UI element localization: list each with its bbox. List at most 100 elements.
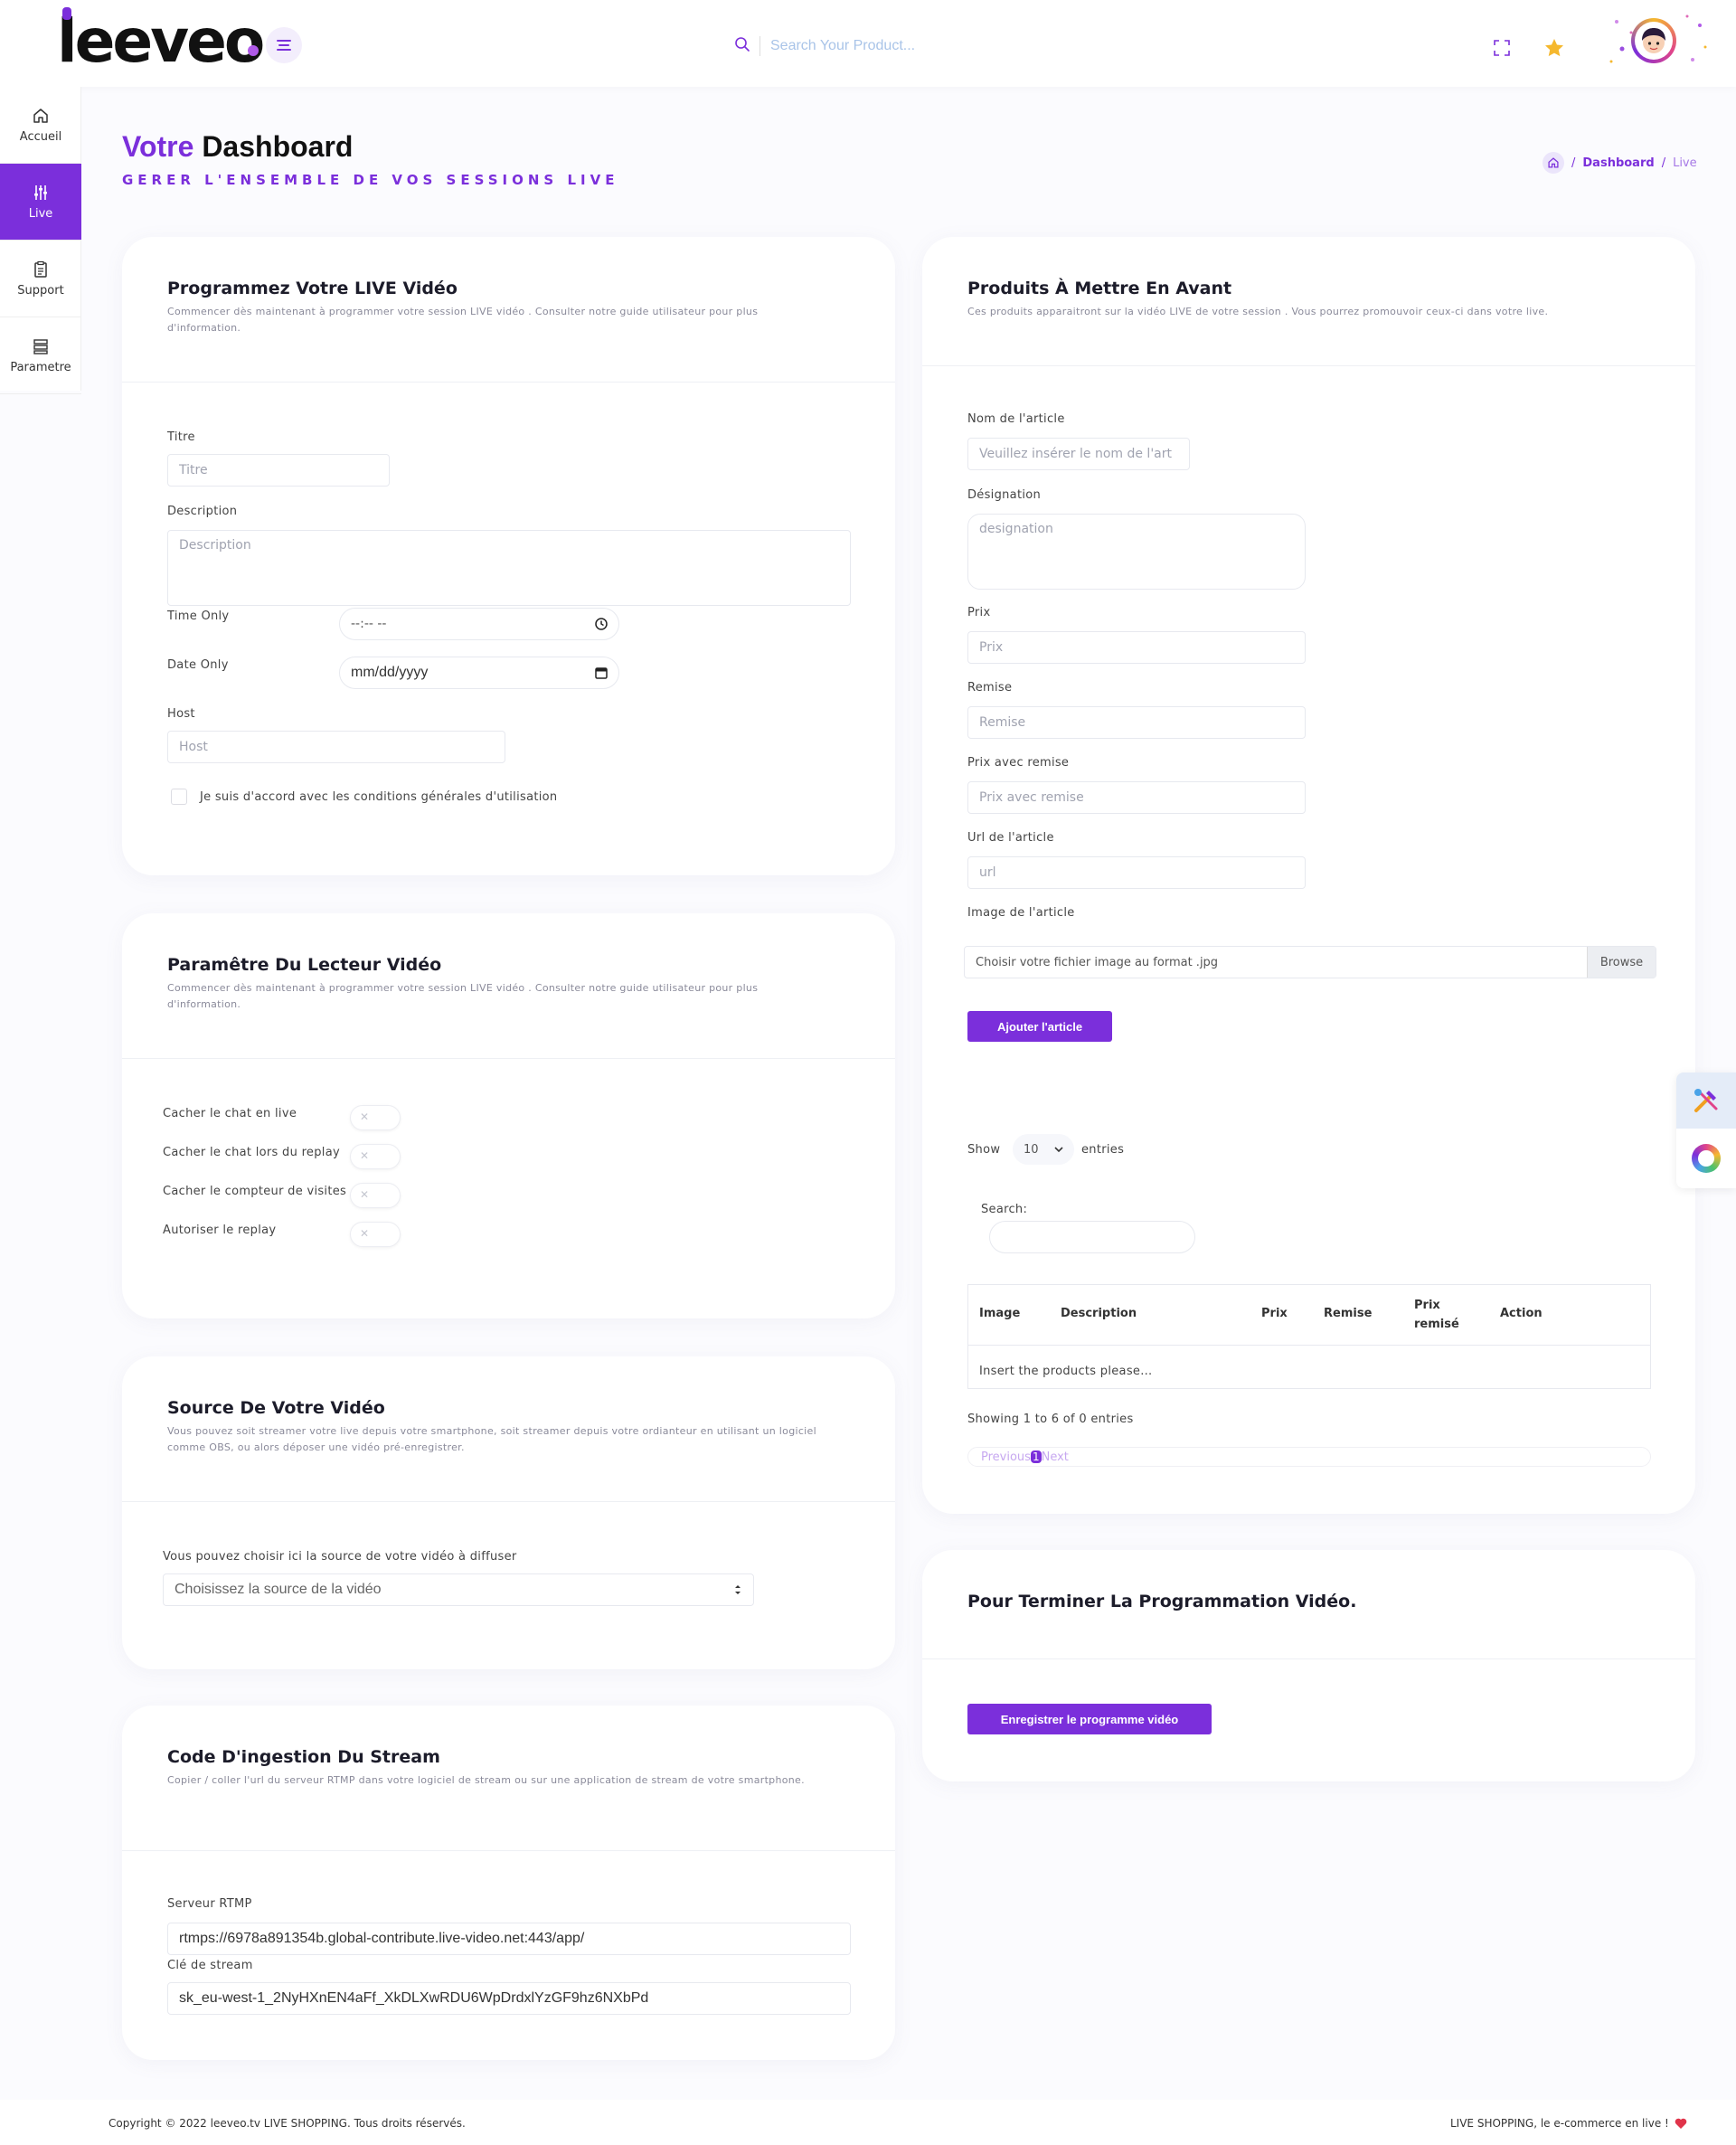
star-icon[interactable] (1543, 36, 1566, 60)
card-description: Ces produits apparaitront sur la vidéo L… (967, 306, 1549, 317)
sidebar-item-label: Support (17, 283, 64, 298)
column-header-action[interactable]: Action (1500, 1307, 1543, 1320)
avatar-face (1635, 22, 1673, 60)
image-file-input[interactable]: Choisir votre fichier image au format .j… (964, 946, 1656, 978)
breadcrumb-dashboard-link[interactable]: Dashboard (1582, 156, 1654, 170)
card-divider (922, 1658, 1695, 1659)
toggle-label: Cacher le chat en live (163, 1107, 297, 1120)
entries-select[interactable]: 10 (1013, 1134, 1074, 1165)
settings-icon (33, 338, 48, 354)
pagination-next[interactable]: Next (1042, 1450, 1069, 1464)
discounted-price-input[interactable] (967, 781, 1306, 814)
date-input[interactable]: mm/dd/yyyy (339, 657, 619, 689)
time-input[interactable]: --:-- -- (339, 608, 619, 640)
sidebar-item-label: Accueil (19, 129, 62, 144)
menu-toggle-button[interactable] (266, 27, 302, 63)
stream-key-field[interactable]: sk_eu-west-1_2NyHXnEN4aFf_XkDLXwRDU6WpDr… (167, 1982, 851, 2015)
table-empty-row: Insert the products please... (979, 1365, 1153, 1378)
user-avatar[interactable] (1631, 18, 1676, 63)
chevron-down-icon (1054, 1146, 1063, 1152)
hide-live-chat-toggle[interactable]: ✕ (350, 1105, 401, 1130)
search-icon[interactable] (734, 36, 750, 56)
discount-input[interactable] (967, 706, 1306, 739)
hide-replay-chat-toggle[interactable]: ✕ (350, 1144, 401, 1169)
pagination-page-1[interactable]: 1 (1030, 1450, 1042, 1463)
table-info: Showing 1 to 6 of 0 entries (967, 1413, 1134, 1426)
column-header-prix-remise[interactable]: Prix remisé (1414, 1296, 1459, 1334)
breadcrumb: / Dashboard / Live (1543, 152, 1697, 174)
card-divider (122, 1501, 895, 1502)
calendar-icon (595, 667, 608, 679)
sidebar-item-parametre[interactable]: Parametre (0, 317, 81, 394)
rtmp-value: rtmps://6978a891354b.global-contribute.l… (179, 1931, 585, 1946)
browse-button[interactable]: Browse (1587, 947, 1656, 978)
card-title: Code D'ingestion Du Stream (167, 1747, 440, 1767)
pagination: Previous 1 Next (967, 1447, 1651, 1467)
products-table: Image Description Prix Remise Prix remis… (967, 1284, 1651, 1389)
source-select[interactable]: Choisissez la source de la vidéo (163, 1573, 754, 1606)
description-textarea[interactable] (167, 530, 851, 606)
fullscreen-icon[interactable] (1492, 38, 1512, 58)
designation-textarea[interactable] (967, 514, 1306, 590)
source-select-value: Choisissez la source de la vidéo (175, 1582, 382, 1597)
title-input[interactable] (167, 454, 390, 487)
terms-checkbox[interactable] (171, 789, 187, 805)
time-label: Time Only (167, 609, 230, 623)
card-divider (922, 365, 1695, 366)
tools-icon (1694, 1089, 1718, 1112)
hamburger-icon (277, 40, 291, 51)
save-program-button[interactable]: Enregistrer le programme vidéo (967, 1704, 1212, 1734)
column-header-remise[interactable]: Remise (1324, 1307, 1372, 1320)
column-header-prix[interactable]: Prix (1261, 1307, 1288, 1320)
card-title: Source De Votre Vidéo (167, 1398, 385, 1418)
date-label: Date Only (167, 658, 229, 672)
sidebar-item-support[interactable]: Support (0, 241, 81, 317)
stream-key-label: Clé de stream (167, 1959, 253, 1972)
breadcrumb-separator: / (1571, 156, 1576, 170)
article-url-input[interactable] (967, 856, 1306, 889)
column-header-description[interactable]: Description (1061, 1307, 1137, 1320)
price-input[interactable] (967, 631, 1306, 664)
allow-replay-toggle[interactable]: ✕ (350, 1222, 401, 1247)
host-input[interactable] (167, 731, 505, 763)
customizer-button[interactable] (1676, 1072, 1736, 1129)
sidebar-item-live[interactable]: Live (0, 164, 81, 241)
host-label: Host (167, 707, 195, 721)
article-image-label: Image de l'article (967, 906, 1075, 920)
color-picker-button[interactable] (1676, 1129, 1736, 1188)
brand-logo[interactable]: leeveo (57, 7, 265, 71)
pagination-previous[interactable]: Previous (981, 1450, 1031, 1464)
entries-value: 10 (1024, 1142, 1039, 1157)
color-wheel-icon (1692, 1144, 1721, 1173)
rtmp-url-field[interactable]: rtmps://6978a891354b.global-contribute.l… (167, 1923, 851, 1955)
logo-text: leeveo (57, 6, 265, 76)
search-input[interactable] (770, 33, 1060, 60)
toggle-label: Autoriser le replay (163, 1224, 277, 1237)
logo-accent-dot (62, 7, 71, 20)
entries-label: entries (1081, 1143, 1125, 1157)
discount-label: Remise (967, 681, 1013, 695)
breadcrumb-separator: / (1661, 156, 1666, 170)
price-label: Prix (967, 606, 991, 619)
card-title: Programmez Votre LIVE Vidéo (167, 279, 458, 298)
card-title: Pour Terminer La Programmation Vidéo. (967, 1592, 1357, 1611)
designation-label: Désignation (967, 488, 1042, 502)
article-name-input[interactable] (967, 438, 1190, 470)
sidebar-item-accueil[interactable]: Accueil (0, 87, 81, 164)
show-label: Show (967, 1143, 1001, 1157)
hide-visit-counter-toggle[interactable]: ✕ (350, 1183, 401, 1208)
time-value: --:-- -- (351, 617, 387, 631)
rtmp-label: Serveur RTMP (167, 1897, 252, 1911)
sidebar-item-label: Live (28, 206, 53, 221)
article-name-label: Nom de l'article (967, 412, 1065, 426)
add-article-button[interactable]: Ajouter l'article (967, 1011, 1112, 1042)
footer-copyright: Copyright © 2022 leeveo.tv LIVE SHOPPING… (108, 2117, 466, 2130)
table-search-input[interactable] (989, 1221, 1195, 1253)
column-header-image[interactable]: Image (979, 1307, 1020, 1320)
stream-ingest-card: Code D'ingestion Du Stream Copier / coll… (122, 1706, 895, 2060)
heart-icon (1675, 2118, 1687, 2129)
breadcrumb-home-icon[interactable] (1543, 152, 1564, 174)
card-divider (122, 1058, 895, 1059)
finish-program-card: Pour Terminer La Programmation Vidéo. En… (922, 1550, 1695, 1781)
file-input-placeholder: Choisir votre fichier image au format .j… (976, 955, 1219, 969)
